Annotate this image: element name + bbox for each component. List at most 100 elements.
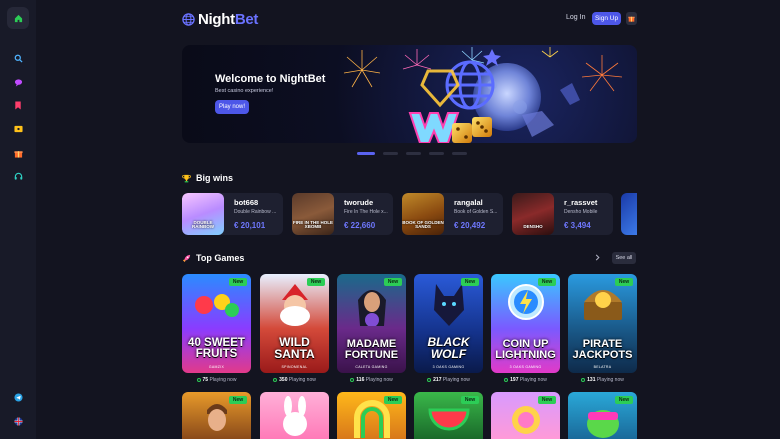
game-title: BLACK WOLF — [427, 335, 470, 361]
playing-label: Playing now — [596, 377, 624, 383]
coin-art — [508, 284, 544, 320]
new-badge: New — [461, 278, 479, 286]
playing-label: Playing now — [288, 377, 316, 383]
game-card-partial[interactable] — [260, 392, 329, 439]
big-win-card[interactable]: BOOK OF GOLDEN SANDS rangalal Book of Go… — [402, 193, 503, 235]
telegram-button[interactable] — [11, 390, 25, 404]
candy-art — [512, 406, 540, 434]
support-button[interactable] — [11, 169, 25, 183]
pagination-dot[interactable] — [406, 152, 421, 155]
new-badge: New — [461, 396, 479, 404]
thumbnail-title: FIRE IN THE HOLE XBOMB — [292, 219, 333, 230]
top-games-heading: Top Games — [182, 253, 244, 263]
hero-banner[interactable]: Welcome to NightBet Best casino experien… — [182, 45, 637, 143]
signup-button[interactable]: Sign Up — [592, 12, 621, 25]
game-provider: CALETA GAMING — [355, 365, 388, 369]
game-provider: SPINOMENAL — [281, 365, 308, 369]
chat-button[interactable] — [11, 75, 25, 89]
playing-number: 197 — [510, 377, 519, 383]
game-title: 40 SWEET FRUITS — [188, 337, 245, 361]
login-link[interactable]: Log In — [566, 14, 585, 21]
promotions-button[interactable] — [11, 122, 25, 136]
live-indicator-icon — [427, 377, 432, 382]
game-title: COIN UP LIGHTNING — [495, 338, 556, 361]
big-win-card[interactable]: DOUBLE RAINBOW bot668 Double Rainbow ...… — [182, 193, 283, 235]
thumbnail-title: DOUBLE RAINBOW — [192, 219, 214, 230]
banner-pagination — [357, 152, 467, 155]
banner-artwork — [343, 47, 623, 143]
pagination-dot[interactable] — [429, 152, 444, 155]
globe-logo-icon — [182, 12, 195, 26]
win-amount: € 22,660 — [344, 221, 376, 230]
support-icon — [14, 172, 22, 180]
win-game-name: Densho Mobile — [564, 209, 598, 215]
game-card-partial[interactable]: New — [491, 392, 560, 439]
playing-number: 350 — [279, 377, 288, 383]
win-game-name: Fire In The Hole x... — [344, 209, 388, 215]
live-indicator-icon — [196, 377, 201, 382]
big-win-card[interactable]: FIRE IN THE HOLE XBOMB tworude Fire In T… — [292, 193, 393, 235]
watermelon-art — [428, 408, 470, 431]
logo[interactable]: NightBet — [182, 10, 258, 28]
playing-now-count: 131 Playing now — [568, 377, 637, 383]
playing-label: Playing now — [365, 377, 393, 383]
playing-now-count: 197 Playing now — [491, 377, 560, 383]
game-card[interactable]: New MADAME FORTUNE CALETA GAMING — [337, 274, 406, 373]
game-provider: GAMZIX — [208, 365, 225, 369]
playing-number: 131 — [587, 377, 596, 383]
game-card[interactable]: New COIN UP LIGHTNING 3 OAKS GAMING — [491, 274, 560, 373]
game-card[interactable]: New PIRATE JACKPOTS BELATRA — [568, 274, 637, 373]
game-card-partial[interactable]: New — [414, 392, 483, 439]
thumbnail-title: BOOK OF GOLDEN SANDS — [402, 219, 444, 230]
rewards-button[interactable] — [626, 12, 637, 25]
new-badge: New — [229, 396, 247, 404]
play-now-button[interactable]: Play now! — [215, 100, 249, 114]
big-wins-title: Big wins — [196, 173, 234, 183]
playing-now-count: 116 Playing now — [337, 377, 406, 383]
search-button[interactable] — [11, 51, 25, 65]
playing-now-count: 217 Playing now — [414, 377, 483, 383]
game-card[interactable]: New WILD SANTA SPINOMENAL — [260, 274, 329, 373]
language-flag-icon — [13, 416, 23, 426]
banner-subtitle: Best casino experience! — [215, 88, 274, 94]
game-provider: BELATRA — [593, 365, 612, 369]
treasure-chest-art — [584, 290, 622, 320]
pagination-dot[interactable] — [452, 152, 467, 155]
new-badge: New — [307, 278, 325, 286]
game-title: WILD SANTA — [274, 335, 315, 361]
home-button[interactable] — [7, 7, 29, 29]
game-title: MADAME FORTUNE — [344, 338, 399, 361]
language-button[interactable] — [11, 414, 25, 428]
banner-title: Welcome to NightBet — [215, 73, 326, 85]
game-thumbnail: BOOK OF GOLDEN SANDS — [402, 193, 444, 235]
bookmark-icon — [15, 100, 21, 110]
game-card-partial[interactable]: New — [568, 392, 637, 439]
wolf-art — [434, 284, 464, 326]
logo-bet: Bet — [234, 10, 259, 28]
live-indicator-icon — [504, 377, 509, 382]
telegram-icon — [13, 392, 23, 402]
trophy-icon — [182, 174, 191, 183]
game-card-partial[interactable]: New — [182, 392, 251, 439]
live-indicator-icon — [350, 377, 355, 382]
pagination-dot[interactable] — [383, 152, 398, 155]
winner-username: tworude — [344, 198, 374, 207]
chevron-right-icon — [595, 254, 600, 261]
favorites-button[interactable] — [11, 98, 25, 112]
playing-number: 75 — [202, 377, 209, 383]
see-all-button[interactable]: See all — [612, 252, 636, 264]
game-card-partial[interactable]: New — [337, 392, 406, 439]
big-win-card-partial[interactable] — [621, 193, 637, 235]
big-win-card[interactable]: DENSHO r_rassvet Densho Mobile € 3,494 — [512, 193, 613, 235]
game-card[interactable]: New 40 SWEET FRUITS GAMZIX — [182, 274, 251, 373]
w-letter — [408, 112, 460, 143]
game-card[interactable]: New BLACK WOLF 3 OAKS GAMING — [414, 274, 483, 373]
bonus-button[interactable] — [11, 146, 25, 160]
game-thumbnail: DENSHO — [512, 193, 554, 235]
scroll-right-button[interactable] — [595, 254, 600, 263]
big-wins-heading: Big wins — [182, 173, 233, 183]
pagination-dot[interactable] — [357, 152, 375, 155]
live-indicator-icon — [273, 377, 278, 382]
sidebar — [0, 0, 36, 439]
game-provider: 3 OAKS GAMING — [509, 365, 542, 369]
